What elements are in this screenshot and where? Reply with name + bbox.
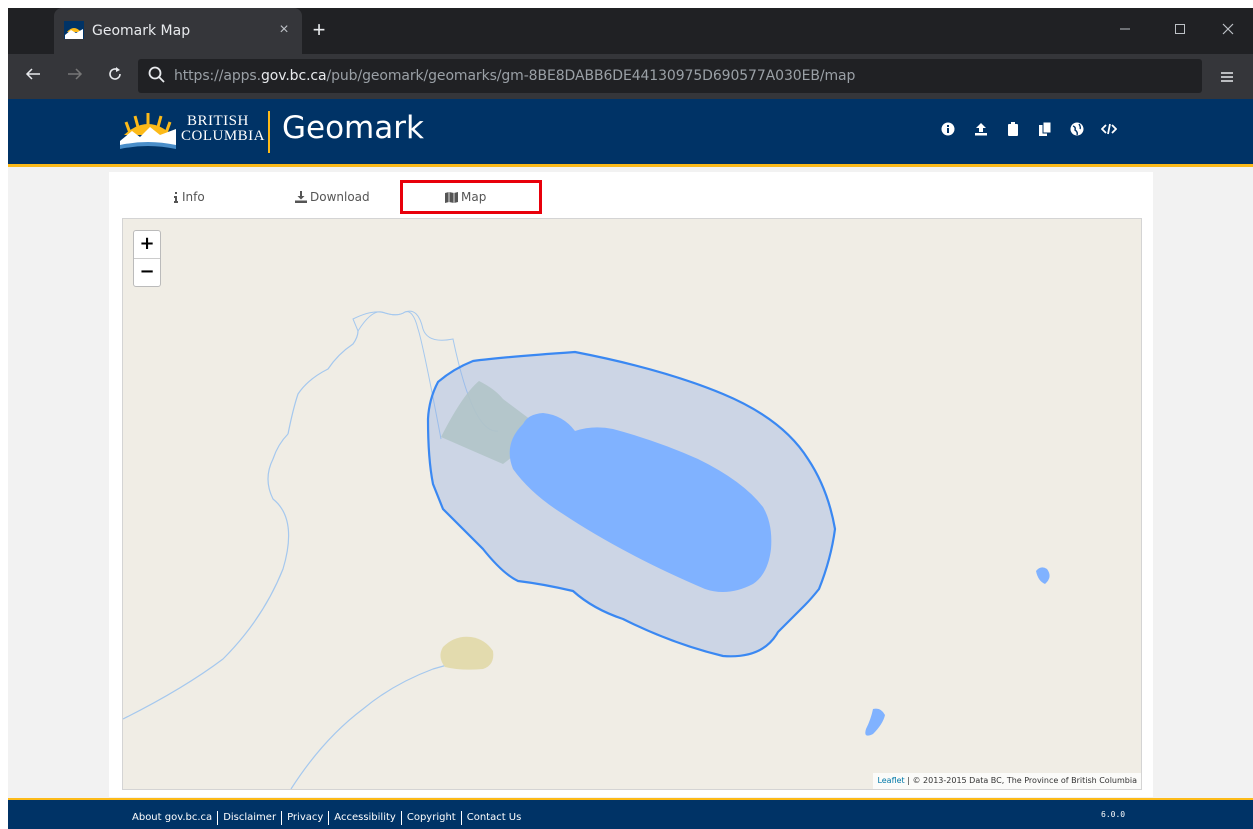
upload-icon[interactable]	[973, 121, 989, 137]
map-tab-highlight	[400, 180, 542, 214]
tab-strip: Geomark Map × +	[8, 8, 1253, 54]
browser-toolbar: https://apps.gov.bc.ca/pub/geomark/geoma…	[8, 54, 1253, 99]
footer-link-contact[interactable]: Contact Us	[460, 811, 527, 825]
menu-icon[interactable]	[1214, 64, 1240, 90]
minimize-icon[interactable]	[1110, 18, 1140, 44]
tab-download[interactable]: Download	[295, 184, 370, 210]
new-tab-button[interactable]: +	[308, 19, 330, 42]
tab-bar: Info Download Map	[109, 172, 1153, 218]
stream-line	[287, 330, 359, 435]
site-header: BRITISH COLUMBIA Geomark	[8, 99, 1253, 167]
bc-logo[interactable]: BRITISH COLUMBIA	[118, 109, 268, 153]
site-footer: About gov.bc.ca Disclaimer Privacy Accessib…	[8, 798, 1253, 829]
bc-favicon-icon	[64, 21, 84, 39]
zoom-control: + −	[133, 230, 161, 287]
info-icon	[174, 192, 178, 203]
clipboard-icon[interactable]	[1005, 121, 1021, 137]
reload-icon[interactable]	[102, 64, 128, 90]
back-arrow-icon[interactable]	[20, 64, 46, 90]
code-icon[interactable]	[1101, 121, 1117, 137]
info-icon[interactable]	[940, 121, 956, 137]
copy-icon[interactable]	[1037, 121, 1053, 137]
pond-water	[1036, 567, 1050, 584]
pond-water	[865, 708, 885, 736]
footer-link-disclaimer[interactable]: Disclaimer	[217, 811, 281, 825]
maximize-icon[interactable]	[1165, 18, 1195, 44]
tab-close-icon[interactable]: ×	[274, 20, 294, 40]
search-icon	[148, 66, 165, 83]
map-canvas	[123, 310, 1050, 789]
forward-arrow-icon[interactable]	[62, 64, 88, 90]
attribution-text: | © 2013-2015 Data BC, The Province of B…	[904, 776, 1137, 785]
tab-info[interactable]: Info	[173, 184, 205, 210]
bc-sun-logo-icon	[120, 113, 176, 149]
page-title: Geomark	[282, 110, 424, 146]
url-text: https://apps.gov.bc.ca/pub/geomark/geoma…	[174, 68, 856, 84]
page: BRITISH COLUMBIA Geomark Info Download M…	[8, 99, 1253, 829]
map-view[interactable]: + − Leaflet | © 2013-2015 Data BC, The P…	[122, 218, 1142, 790]
map-attribution: Leaflet | © 2013-2015 Data BC, The Provi…	[873, 773, 1141, 789]
bc-logo-text: BRITISH COLUMBIA	[181, 113, 266, 144]
header-divider	[268, 111, 270, 153]
zoom-out-button[interactable]: −	[134, 259, 160, 285]
globe-icon[interactable]	[1069, 121, 1085, 137]
close-icon[interactable]	[1213, 18, 1243, 44]
version-label: 6.0.0	[1101, 810, 1126, 819]
leaflet-link[interactable]: Leaflet	[877, 776, 904, 785]
footer-link-privacy[interactable]: Privacy	[281, 811, 328, 825]
tab-title: Geomark Map	[92, 23, 191, 39]
stream-line	[123, 433, 290, 720]
footer-link-copyright[interactable]: Copyright	[400, 811, 461, 825]
footer-links: About gov.bc.ca Disclaimer Privacy Accessib…	[132, 807, 526, 825]
browser-window: Geomark Map × + https://apps.gov.bc.ca/p…	[0, 0, 1253, 829]
download-icon	[295, 191, 307, 203]
footer-link-about[interactable]: About gov.bc.ca	[132, 811, 217, 825]
browser-tab[interactable]: Geomark Map ×	[54, 8, 302, 54]
footer-link-accessibility[interactable]: Accessibility	[328, 811, 401, 825]
sand-area	[440, 636, 494, 670]
zoom-in-button[interactable]: +	[134, 231, 160, 257]
stream-line	[290, 656, 474, 789]
main-content: Info Download Map + − Leaflet | © 2013-2…	[109, 172, 1153, 797]
address-bar[interactable]: https://apps.gov.bc.ca/pub/geomark/geoma…	[138, 59, 1202, 93]
